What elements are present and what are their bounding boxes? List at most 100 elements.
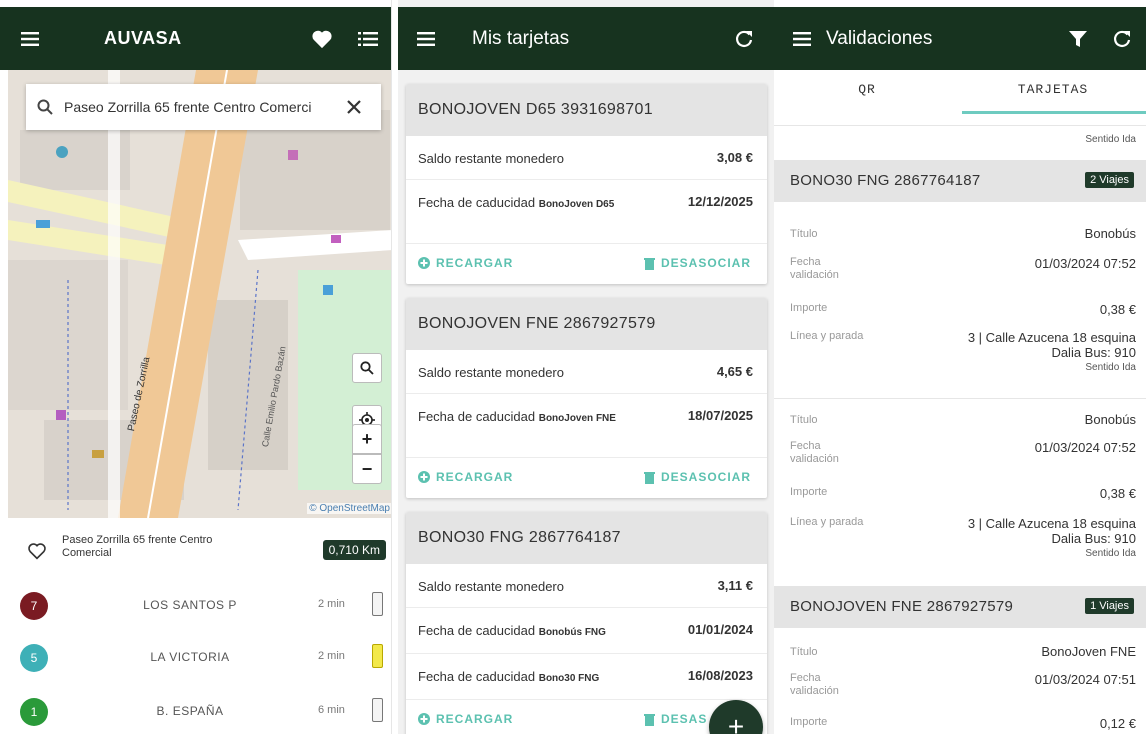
linea-stop: 3 | Calle Azucena 18 esquina: [967, 330, 1136, 345]
refresh-icon[interactable]: [730, 25, 758, 53]
label-linea: Línea y parada: [790, 330, 864, 342]
recharge-label: RECARGAR: [436, 256, 514, 270]
line-row[interactable]: 5 LA VICTORIA 2 min: [20, 642, 390, 682]
line-row[interactable]: 7 LOS SANTOS P 2 min: [20, 590, 390, 630]
battery-icon: [372, 698, 383, 722]
trips-badge: 1 Viajes: [1085, 598, 1134, 614]
line-destination: LOS SANTOS P: [143, 598, 237, 612]
battery-icon: [372, 592, 383, 616]
app-title: AUVASA: [104, 28, 182, 48]
filter-icon[interactable]: [1064, 25, 1092, 53]
validation-card-title: BONO30 FNG 2867764187: [790, 172, 981, 189]
expiry-label: Fecha de caducidad: [418, 195, 536, 210]
sentido: Sentido Ida: [1085, 134, 1136, 145]
menu-icon[interactable]: [16, 25, 44, 53]
line-destination: LA VICTORIA: [150, 650, 230, 664]
tarjetas-panel: Mis tarjetas BONOJOVEN D65 3931698701 Sa…: [398, 0, 774, 734]
linea-sentido: Sentido Ida: [1085, 362, 1136, 373]
unlink-label: DESASOCIAR: [661, 256, 752, 270]
plus-circle-icon: [418, 713, 430, 725]
expiry-date: 01/01/2024: [687, 622, 753, 637]
map-attribution[interactable]: © OpenStreetMap: [307, 503, 391, 514]
unlink-button[interactable]: DESASOCIAR: [644, 470, 751, 484]
recharge-button[interactable]: RECARGAR: [418, 712, 513, 726]
unlink-label: DESAS: [661, 712, 708, 726]
heart-icon[interactable]: [308, 25, 336, 53]
value-fecha: 01/03/2024 07:52: [1034, 440, 1136, 455]
close-icon[interactable]: [334, 84, 374, 130]
label-importe: Importe: [790, 486, 828, 498]
linea-bus: Dalia Bus: 910: [1051, 345, 1136, 360]
zoom-in-button[interactable]: +: [352, 424, 382, 454]
map-view[interactable]: Paseo de Zorrilla Calle Emilio Pardo Baz…: [8, 70, 391, 518]
zoom-search-icon: [360, 361, 374, 375]
card-title: BONO30 FNG 2867764187: [406, 512, 767, 564]
value-importe: 0,38 €: [1099, 486, 1136, 501]
line-row[interactable]: 1 B. ESPAÑA 6 min: [20, 696, 390, 734]
refresh-icon[interactable]: [1108, 25, 1136, 53]
search-input[interactable]: [64, 99, 334, 115]
search-icon: [26, 84, 64, 130]
expiry-product: Bonobús FNG: [538, 627, 606, 638]
tab-indicator: [962, 111, 1146, 114]
trips-badge: 2 Viajes: [1085, 172, 1134, 188]
recharge-label: RECARGAR: [436, 712, 514, 726]
stop-row[interactable]: Paseo Zorrilla 65 frente Centro Comercia…: [18, 532, 388, 574]
list-icon[interactable]: [354, 25, 382, 53]
favorite-heart-icon[interactable]: [26, 540, 48, 562]
value-importe: 0,38 €: [1099, 302, 1136, 317]
line-time: 2 min: [318, 598, 345, 610]
label-titulo: Título: [790, 646, 818, 658]
balance-label: Saldo restante monedero: [418, 365, 564, 380]
zoom-out-button[interactable]: −: [352, 454, 382, 484]
stop-name: Paseo Zorrilla 65 frente Centro Comercia…: [62, 534, 213, 559]
trash-icon: [644, 471, 655, 484]
value-linea: 3 | Calle Azucena 18 esquina Dalia Bus: …: [968, 516, 1136, 561]
label-fecha: Fecha validación: [790, 672, 839, 697]
expiry-date: 18/07/2025: [687, 408, 753, 423]
unlink-label: DESASOCIAR: [661, 470, 752, 484]
auvasa-panel: AUVASA Paseo de Zorrilla Calle Emilio Pa…: [0, 0, 392, 734]
zoom-search-button[interactable]: [352, 353, 382, 383]
label-linea: Línea y parada: [790, 516, 864, 528]
balance-label: Saldo restante monedero: [418, 579, 564, 594]
value-titulo: BonoJoven FNE: [1041, 644, 1136, 659]
battery-icon: [372, 644, 383, 668]
line-time: 6 min: [318, 704, 345, 716]
unlink-button[interactable]: DESASOCIAR: [644, 256, 751, 270]
expiry-label: Fecha de caducidad: [418, 409, 536, 424]
expiry-row: Fecha de caducidad BonoJoven FNE 18/07/2…: [406, 394, 767, 458]
expiry-row: Fecha de caducidad BonoJoven D65 12/12/2…: [406, 180, 767, 244]
recharge-button[interactable]: RECARGAR: [418, 256, 513, 270]
card-title: BONOJOVEN FNE 2867927579: [406, 298, 767, 350]
map-graphic: [8, 70, 391, 518]
balance-value: 3,08 €: [716, 150, 753, 165]
value-fecha: 01/03/2024 07:52: [1034, 256, 1136, 271]
balance-label: Saldo restante monedero: [418, 151, 564, 166]
menu-icon[interactable]: [412, 25, 440, 53]
expiry-product: BonoJoven FNE: [538, 413, 616, 424]
expiry-label: Fecha de caducidad: [418, 623, 536, 638]
tab-qr[interactable]: QR: [774, 70, 960, 122]
line-number: 1: [20, 698, 48, 726]
unlink-button[interactable]: DESAS: [644, 712, 707, 726]
recharge-button[interactable]: RECARGAR: [418, 470, 513, 484]
divider: [774, 398, 1146, 399]
validation-card-header: BONOJOVEN FNE 2867927579 1 Viajes: [774, 586, 1146, 628]
menu-icon[interactable]: [788, 25, 816, 53]
search-bar[interactable]: [26, 84, 381, 130]
tab-bar: QR TARJETAS: [774, 70, 1146, 126]
label-titulo: Título: [790, 414, 818, 426]
tab-tarjetas[interactable]: TARJETAS: [960, 70, 1146, 122]
validation-card-header: BONO30 FNG 2867764187 2 Viajes: [774, 160, 1146, 202]
card: BONO30 FNG 2867764187 Saldo restante mon…: [406, 512, 767, 734]
expiry-row: Fecha de caducidad Bonobús FNG 01/01/202…: [406, 608, 767, 654]
recharge-label: RECARGAR: [436, 470, 514, 484]
page-title: Mis tarjetas: [472, 28, 570, 49]
label-fecha: Fecha validación: [790, 440, 839, 465]
auvasa-appbar: AUVASA: [0, 7, 391, 70]
label-importe: Importe: [790, 716, 828, 728]
line-number: 5: [20, 644, 48, 672]
linea-stop: 3 | Calle Azucena 18 esquina: [967, 516, 1136, 531]
page-title: Validaciones: [826, 28, 933, 49]
